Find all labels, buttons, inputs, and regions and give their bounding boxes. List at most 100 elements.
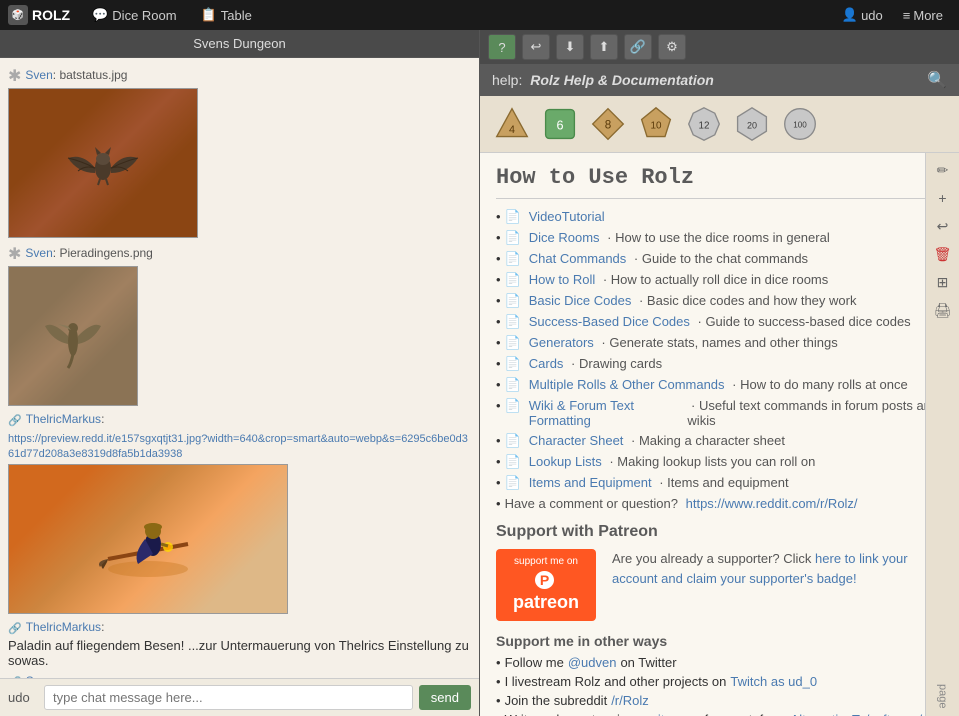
review-site-link[interactable]: site xyxy=(651,712,671,716)
help-link-10[interactable]: Character Sheet xyxy=(529,433,624,448)
help-item-1: 📄 Dice Rooms · How to use the dice rooms… xyxy=(496,230,943,246)
download-icon-btn[interactable]: ⬇ xyxy=(556,34,584,60)
d6-svg: 6 xyxy=(542,106,578,142)
help-link-12[interactable]: Items and Equipment xyxy=(529,475,652,490)
help-link-7[interactable]: Cards xyxy=(529,356,564,371)
print-action[interactable]: 🖨 xyxy=(929,297,957,323)
upload-icon-btn[interactable]: ⬆ xyxy=(590,34,618,60)
doc-icon-3: 📄 xyxy=(505,272,521,288)
help-icon-btn[interactable]: ? xyxy=(488,34,516,60)
chat-user-label: udo xyxy=(8,690,38,705)
doc-icon-0: 📄 xyxy=(505,209,521,225)
help-desc-6: · Generate stats, names and other things xyxy=(598,335,838,350)
snowflake-1: ✱ xyxy=(8,66,21,86)
dice-d6[interactable]: 6 xyxy=(540,104,580,144)
support-patreon-section: Support with Patreon support me on P pat… xyxy=(496,523,943,621)
help-link-4[interactable]: Basic Dice Codes xyxy=(529,293,632,308)
other-item-2: Join the subreddit /r/Rolz xyxy=(496,693,943,708)
edit-action[interactable]: ✏ xyxy=(929,157,957,183)
settings-icon-btn[interactable]: ⚙ xyxy=(658,34,686,60)
msg-2-user-link[interactable]: Sven xyxy=(25,246,52,260)
help-desc-1: · How to use the dice rooms in general xyxy=(604,230,830,245)
add-action[interactable]: + xyxy=(929,185,957,211)
dice-d10[interactable]: 10 xyxy=(636,104,676,144)
table-icon: 📋 xyxy=(201,7,217,23)
doc-icon-6: 📄 xyxy=(505,335,521,351)
doc-icon-11: 📄 xyxy=(505,454,521,470)
help-item-2: 📄 Chat Commands · Guide to the chat comm… xyxy=(496,251,943,267)
dice-d20[interactable]: 20 xyxy=(732,104,772,144)
help-desc-3: · How to actually roll dice in dice room… xyxy=(599,272,828,287)
user-icon: 👤 xyxy=(842,7,858,23)
help-link-5[interactable]: Success-Based Dice Codes xyxy=(529,314,690,329)
tab-dice-room[interactable]: 💬 Dice Room xyxy=(82,3,186,27)
msg-1-user-link[interactable]: Sven xyxy=(25,68,52,82)
more-button[interactable]: ≡ More xyxy=(895,4,951,27)
help-link-8[interactable]: Multiple Rolls & Other Commands xyxy=(529,377,725,392)
doc-icon-9: 📄 xyxy=(505,398,521,414)
tab-table[interactable]: 📋 Table xyxy=(191,3,262,27)
help-item-10: 📄 Character Sheet · Making a character s… xyxy=(496,433,943,449)
help-search-btn[interactable]: 🔍 xyxy=(927,70,947,90)
msg-4-user-link[interactable]: ThelricMarkus xyxy=(26,620,101,634)
dice-d8[interactable]: 8 xyxy=(588,104,628,144)
delete-action[interactable]: 🗑 xyxy=(929,241,957,267)
link-icon-3: 🔗 xyxy=(8,414,22,427)
help-item-5: 📄 Success-Based Dice Codes · Guide to su… xyxy=(496,314,943,330)
dice-d12[interactable]: 12 xyxy=(684,104,724,144)
msg-3-url[interactable]: https://preview.redd.it/e157sgxqtjt31.jp… xyxy=(8,433,468,460)
message-3: 🔗 ThelricMarkus: https://preview.redd.it… xyxy=(8,412,471,614)
d8-svg: 8 xyxy=(590,106,626,142)
right-nav: 👤 udo ≡ More xyxy=(834,3,951,27)
d100-svg: 100 xyxy=(782,106,818,142)
svg-text:8: 8 xyxy=(605,119,612,132)
patreon-logo[interactable]: support me on P patreon xyxy=(496,549,596,621)
help-desc-9: · Useful text commands in forum posts an… xyxy=(687,398,943,428)
warrior-svg xyxy=(88,489,208,589)
svg-text:20: 20 xyxy=(747,121,757,131)
other-item-3: Write an honest review of Rolz on any si… xyxy=(496,712,943,716)
dice-row: 4 6 8 10 xyxy=(480,96,959,153)
help-item-0: 📄 VideoTutorial xyxy=(496,209,943,225)
reddit-link[interactable]: https://www.reddit.com/r/Rolz/ xyxy=(686,496,858,511)
help-desc-4: · Basic dice codes and how they work xyxy=(635,293,856,308)
share-icon-btn[interactable]: 🔗 xyxy=(624,34,652,60)
help-link-1[interactable]: Dice Rooms xyxy=(529,230,600,245)
help-main-title: How to Use Rolz xyxy=(496,165,943,199)
undo-action[interactable]: ↩ xyxy=(929,213,957,239)
patreon-claim-link[interactable]: here to link your account and claim your… xyxy=(612,551,908,586)
send-button[interactable]: send xyxy=(419,685,471,710)
bat-svg xyxy=(63,123,143,203)
page-tab[interactable]: page xyxy=(935,680,951,712)
help-header-title: Rolz Help & Documentation xyxy=(530,72,714,88)
right-panel: ? ↩ ⬇ ⬆ 🔗 ⚙ help: Rolz Help & Documentat… xyxy=(480,30,959,716)
d12-svg: 12 xyxy=(686,106,722,142)
subreddit-link[interactable]: /r/Rolz xyxy=(611,693,649,708)
help-link-6[interactable]: Generators xyxy=(529,335,594,350)
dice-d100[interactable]: 100 xyxy=(780,104,820,144)
other-item-0: Follow me @udven on Twitter xyxy=(496,655,943,670)
help-link-0[interactable]: VideoTutorial xyxy=(529,209,605,224)
dice-d4[interactable]: 4 xyxy=(492,104,532,144)
twitch-link[interactable]: Twitch as ud_0 xyxy=(730,674,817,689)
history-icon-btn[interactable]: ↩ xyxy=(522,34,550,60)
help-items-list: 📄 VideoTutorial 📄 Dice Rooms · How to us… xyxy=(496,209,943,511)
svg-text:12: 12 xyxy=(699,121,710,132)
right-top-icons: ? ↩ ⬇ ⬆ 🔗 ⚙ xyxy=(488,34,686,60)
msg-3-user-link[interactable]: ThelricMarkus xyxy=(26,412,101,426)
msg-3-image xyxy=(8,464,288,614)
doc-icon-4: 📄 xyxy=(505,293,521,309)
alternativeto-link[interactable]: AlternativeTo/software/rolz xyxy=(791,712,943,716)
main-layout: Svens Dungeon ✱ Sven: batstatus.jpg xyxy=(0,30,959,716)
help-link-3[interactable]: How to Roll xyxy=(529,272,595,287)
help-link-11[interactable]: Lookup Lists xyxy=(529,454,602,469)
help-link-2[interactable]: Chat Commands xyxy=(529,251,627,266)
twitter-link[interactable]: @udven xyxy=(568,655,617,670)
help-link-9[interactable]: Wiki & Forum Text Formatting xyxy=(529,398,684,428)
support-patreon-title: Support with Patreon xyxy=(496,523,943,541)
help-item-9: 📄 Wiki & Forum Text Formatting · Useful … xyxy=(496,398,943,428)
user-button[interactable]: 👤 udo xyxy=(834,3,891,27)
chat-input[interactable] xyxy=(44,685,413,710)
grid-action[interactable]: ⊞ xyxy=(929,269,957,295)
chat-input-bar: udo send xyxy=(0,678,479,716)
